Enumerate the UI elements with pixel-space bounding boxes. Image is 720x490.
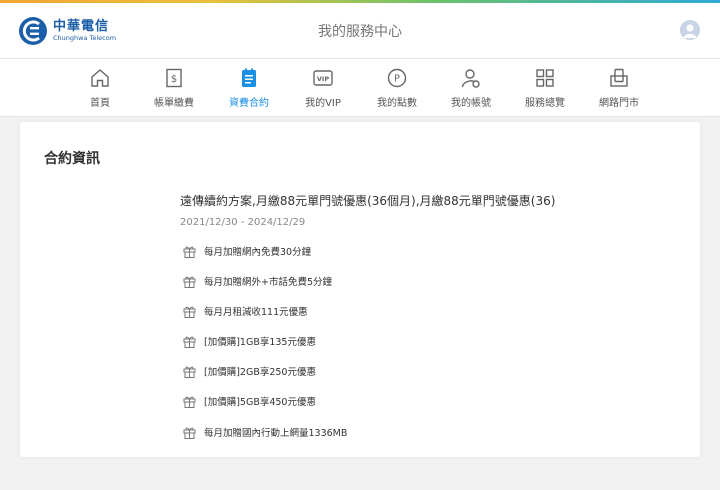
svg-text:P: P (394, 74, 400, 85)
nav-item-label: 網路門市 (599, 98, 639, 109)
svg-text:$: $ (171, 74, 177, 85)
nav-item-tariff-contract[interactable]: 資費合約 (212, 59, 286, 117)
vip-icon: VIP (313, 70, 333, 86)
nav-item-my-points[interactable]: P 我的點數 (360, 59, 434, 117)
gift-icon (183, 276, 196, 288)
benefit-item: 每月月租減收111元優惠 (183, 303, 308, 319)
nav-item-label: 資費合約 (229, 98, 269, 109)
benefit-item: [加價購]2GB享250元優惠 (183, 363, 316, 379)
account-icon (461, 69, 480, 88)
benefit-text: 每月月租減收111元優惠 (204, 307, 308, 318)
nav-item-bill-payment[interactable]: $ 帳單繳費 (137, 59, 211, 117)
nav-item-service-overview[interactable]: 服務總覽 (508, 59, 582, 117)
user-icon (683, 24, 697, 38)
benefit-text: 每月加贈網內免費30分鐘 (204, 247, 312, 258)
nav-item-label: 我的點數 (377, 98, 417, 109)
benefit-item: 每月加贈國內行動上網量1336MB (183, 424, 347, 440)
nav-item-label: 我的帳號 (451, 98, 491, 109)
benefit-text: [加價購]2GB享250元優惠 (204, 367, 316, 378)
gift-icon (183, 246, 196, 258)
points-icon: P (387, 68, 407, 88)
gift-icon (183, 336, 196, 348)
nav-item-label: 服務總覽 (525, 98, 565, 109)
header: 中華電信 Chunghwa Telecom 我的服務中心 (0, 3, 720, 59)
nav-item-label: 我的VIP (305, 98, 341, 109)
shop-icon (610, 68, 628, 87)
home-icon (91, 69, 109, 87)
contract-info-card: 合約資訊 遠傳續約方案,月繳88元單門號優惠(36個月),月繳88元單門號優惠(… (20, 122, 700, 457)
contract-icon (242, 68, 256, 87)
nav-item-my-vip[interactable]: VIP 我的VIP (286, 59, 360, 117)
gift-icon (183, 366, 196, 378)
svg-text:VIP: VIP (317, 75, 329, 83)
bill-icon: $ (166, 68, 182, 88)
benefit-item: 每月加贈網內免費30分鐘 (183, 243, 311, 259)
nav-item-my-account[interactable]: 我的帳號 (434, 59, 508, 117)
nav-item-home[interactable]: 首頁 (63, 59, 137, 117)
benefit-text: [加價購]1GB享135元優惠 (204, 337, 316, 348)
gift-icon (183, 306, 196, 318)
grid-icon (536, 69, 554, 87)
benefit-text: 每月加贈國內行動上網量1336MB (204, 428, 348, 439)
plan-name: 遠傳續約方案,月繳88元單門號優惠(36個月),月繳88元單門號優惠(36) (180, 194, 556, 208)
benefit-item: [加價購]1GB享135元優惠 (183, 333, 316, 349)
benefit-text: [加價購]5GB享450元優惠 (204, 397, 316, 408)
user-avatar[interactable] (680, 20, 700, 40)
contract-period: 2021/12/30 - 2024/12/29 (180, 217, 306, 228)
benefit-text: 每月加贈網外+市話免費5分鐘 (204, 277, 333, 288)
section-title: 合約資訊 (44, 151, 100, 167)
benefit-item: 每月加贈網外+市話免費5分鐘 (183, 273, 332, 289)
nav-item-label: 首頁 (90, 98, 110, 109)
benefit-item: [加價購]5GB享450元優惠 (183, 393, 316, 409)
page-title: 我的服務中心 (318, 24, 402, 40)
gift-icon (183, 427, 196, 439)
nav-item-label: 帳單繳費 (154, 98, 194, 109)
gift-icon (183, 396, 196, 408)
main-nav: 首頁 $ 帳單繳費 資費合約 VIP 我的VIP P 我的點數 我的帳號 服務總… (0, 59, 720, 117)
nav-item-online-store[interactable]: 網路門市 (582, 59, 656, 117)
